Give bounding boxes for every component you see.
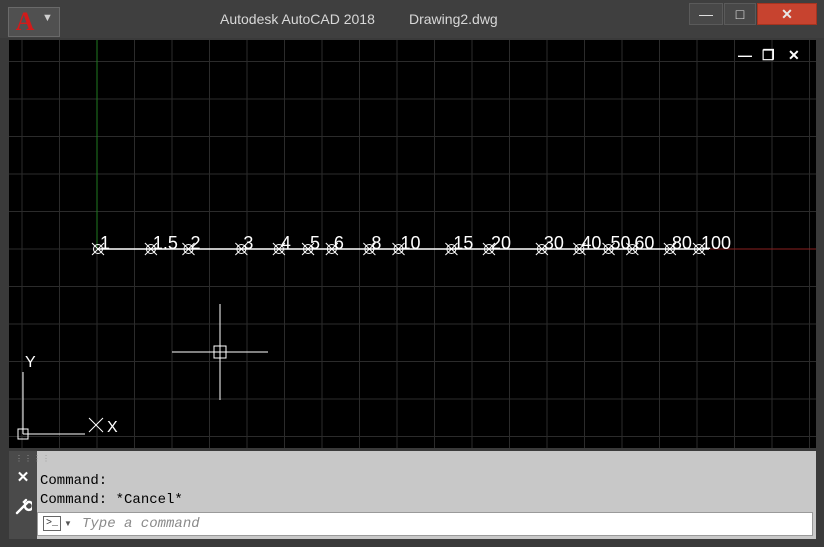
ucs-y-label: Y xyxy=(25,354,36,371)
chevron-down-icon: ▼ xyxy=(42,12,53,24)
window-minimize-button[interactable]: — xyxy=(689,3,723,25)
title-bar: A ▼ Autodesk AutoCAD 2018 Drawing2.dwg —… xyxy=(0,0,824,38)
grip-handle-icon[interactable]: ⋮⋮⋮⋮ xyxy=(15,455,50,463)
command-line-sidebar: ⋮⋮⋮⋮ ✕ xyxy=(9,451,50,539)
scale-label: 30 xyxy=(544,233,564,253)
scale-label: 40 xyxy=(581,233,601,253)
window-maximize-button[interactable]: □ xyxy=(724,3,756,25)
application-menu-button[interactable]: A ▼ xyxy=(8,7,60,37)
scale-label: 2 xyxy=(190,233,200,253)
scale-label: 1.5 xyxy=(153,233,178,253)
cursor-crosshair xyxy=(172,304,268,400)
drawing-canvas[interactable]: 1 1.5 2 3 4 5 6 8 10 15 20 30 40 50 60 80 100 Y X — ❐ ✕ xyxy=(9,40,816,448)
command-history-line: Command: xyxy=(40,473,108,489)
scale-label: 6 xyxy=(334,233,344,253)
scale-label: 100 xyxy=(701,233,731,253)
command-line-panel: ⋮⋮⋮⋮ ✕ Command: Command: *Cancel* >_ ▼ xyxy=(9,451,816,539)
drawing-close-button[interactable]: ✕ xyxy=(788,46,800,64)
scale-label: 20 xyxy=(491,233,511,253)
scale-label: 4 xyxy=(281,233,291,253)
window-title: Autodesk AutoCAD 2018 xyxy=(220,11,375,27)
command-input[interactable] xyxy=(82,515,782,533)
autocad-logo-icon: A xyxy=(15,7,35,36)
chevron-down-icon[interactable]: ▼ xyxy=(64,519,72,528)
wrench-icon[interactable] xyxy=(14,496,32,516)
scale-label: 80 xyxy=(672,233,692,253)
ucs-icon: Y X xyxy=(17,354,118,440)
ucs-x-label: X xyxy=(107,419,118,436)
command-prompt-icon[interactable]: >_ xyxy=(43,516,61,531)
command-history-line: Command: *Cancel* xyxy=(40,492,183,508)
drawing-minimize-button[interactable]: — xyxy=(738,46,752,64)
scale-labels: 1 1.5 2 3 4 5 6 8 10 15 20 30 40 50 60 80 100 xyxy=(100,233,731,253)
scale-label: 15 xyxy=(453,233,473,253)
window-close-button[interactable]: ✕ xyxy=(757,3,817,25)
close-icon[interactable]: ✕ xyxy=(14,469,32,487)
document-title: Drawing2.dwg xyxy=(409,11,498,27)
scale-label: 3 xyxy=(243,233,253,253)
scale-label: 8 xyxy=(371,233,381,253)
scale-label: 60 xyxy=(634,233,654,253)
scale-label: 5 xyxy=(310,233,320,253)
drawing-restore-button[interactable]: ❐ xyxy=(762,46,775,64)
drawing-window-controls: — ❐ ✕ xyxy=(738,46,808,66)
drawing-area[interactable]: 1 1.5 2 3 4 5 6 8 10 15 20 30 40 50 60 80 100 Y X xyxy=(9,40,816,448)
scale-label: 10 xyxy=(401,233,421,253)
command-input-box[interactable]: >_ ▼ xyxy=(37,512,813,536)
scale-label: 50 xyxy=(611,233,631,253)
scale-label: 1 xyxy=(100,233,110,253)
